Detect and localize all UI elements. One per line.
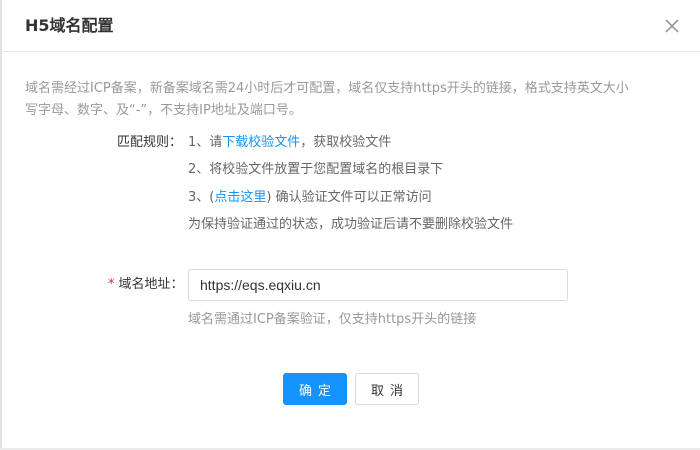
close-icon[interactable] [662,16,682,36]
domain-input[interactable] [188,269,568,301]
rule-step-1-prefix: 1、请 [188,135,223,150]
cancel-button[interactable]: 取消 [355,373,419,405]
icp-notice-line-1: 域名需经过ICP备案，新备案域名需24小时后才可配置，域名仅支持https开头的… [25,81,629,96]
domain-field-label: * 域名地址： [108,274,184,296]
rules-label: 匹配规则： [117,135,183,150]
rule-step-1: 1、请下载校验文件，获取校验文件 [188,132,391,154]
rule-step-3: 3、(点击这里) 确认验证文件可以正常访问 [188,187,432,209]
rule-step-2: 2、将校验文件放置于您配置域名的根目录下 [188,162,444,177]
domain-hint: 域名需通过ICP备案验证，仅支持https开头的链接 [188,312,477,327]
left-edge-shade [0,0,2,450]
rule-step-3-suffix: ) 确认验证文件可以正常访问 [266,190,432,205]
required-mark: * [108,277,115,292]
domain-field-label-text: 域名地址： [118,277,184,292]
icp-notice-line-2: 写字母、数字、及“-”，不支持IP地址及端口号。 [25,103,302,118]
dialog-header: H5域名配置 [0,0,700,52]
domain-config-dialog: H5域名配置 域名需经过ICP备案，新备案域名需24小时后才可配置，域名仅支持h… [0,0,700,450]
download-verify-file-link[interactable]: 下载校验文件 [222,135,300,150]
confirm-button[interactable]: 确定 [283,373,347,405]
dialog-title: H5域名配置 [25,16,114,35]
rule-note: 为保持验证通过的状态，成功验证后请不要删除校验文件 [188,217,514,232]
rule-step-3-prefix: 3、( [188,190,215,205]
click-here-link[interactable]: 点击这里 [214,190,266,205]
rule-step-1-suffix: ，获取校验文件 [300,135,392,150]
icp-notice: 域名需经过ICP备案，新备案域名需24小时后才可配置，域名仅支持https开头的… [25,78,680,122]
